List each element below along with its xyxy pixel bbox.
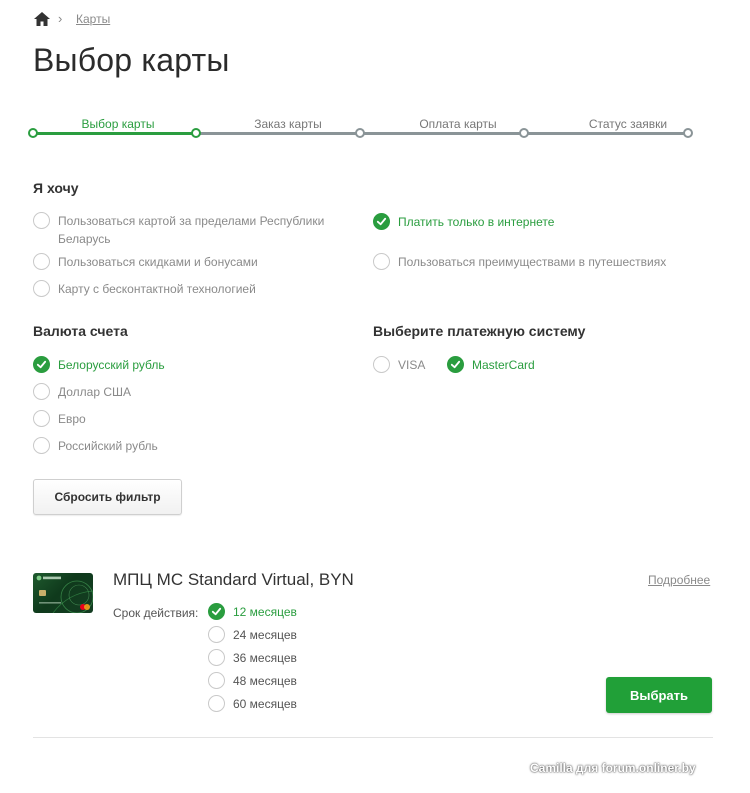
breadcrumb-link-cards[interactable]: Карты bbox=[76, 12, 110, 26]
option-travel-benefits[interactable]: Пользоваться преимуществами в путешестви… bbox=[373, 253, 666, 271]
option-mastercard[interactable]: MasterCard bbox=[447, 356, 535, 374]
option-currency-byn[interactable]: Белорусский рубль bbox=[33, 356, 165, 374]
option-currency-usd[interactable]: Доллар США bbox=[33, 383, 131, 401]
radio-icon[interactable] bbox=[33, 253, 50, 270]
radio-icon[interactable] bbox=[208, 672, 225, 689]
radio-icon[interactable] bbox=[208, 649, 225, 666]
step-dot-1 bbox=[28, 128, 38, 138]
option-visa[interactable]: VISA bbox=[373, 356, 425, 374]
chevron-right-icon: › bbox=[58, 11, 63, 26]
page-title: Выбор карты bbox=[33, 42, 230, 78]
step-line-pending bbox=[196, 132, 688, 135]
option-term-12[interactable]: 12 месяцев bbox=[208, 603, 297, 621]
step-label-order-card: Заказ карты bbox=[254, 117, 322, 131]
option-label: 36 месяцев bbox=[233, 651, 297, 665]
option-label: 60 месяцев bbox=[233, 697, 297, 711]
radio-icon[interactable] bbox=[33, 212, 50, 229]
more-details-link[interactable]: Подробнее bbox=[648, 573, 710, 587]
option-currency-eur[interactable]: Евро bbox=[33, 410, 86, 428]
validity-label: Срок действия: bbox=[113, 606, 199, 620]
option-term-48[interactable]: 48 месяцев bbox=[208, 672, 297, 690]
step-label-pay-card: Оплата карты bbox=[419, 117, 497, 131]
checkmark-icon[interactable] bbox=[33, 356, 50, 373]
option-term-24[interactable]: 24 месяцев bbox=[208, 626, 297, 644]
step-label-status: Статус заявки bbox=[588, 117, 668, 131]
step-line-done bbox=[37, 132, 196, 135]
option-label: Пользоваться скидками и бонусами bbox=[58, 255, 258, 269]
want-section-title: Я хочу bbox=[33, 180, 79, 196]
radio-icon[interactable] bbox=[33, 383, 50, 400]
radio-icon[interactable] bbox=[33, 280, 50, 297]
option-currency-rub[interactable]: Российский рубль bbox=[33, 437, 158, 455]
currency-section-title: Валюта счета bbox=[33, 323, 128, 339]
option-label: Карту с бесконтактной технологией bbox=[58, 282, 256, 296]
radio-icon[interactable] bbox=[373, 356, 390, 373]
home-icon[interactable] bbox=[34, 12, 50, 26]
checkmark-icon[interactable] bbox=[208, 603, 225, 620]
card-image[interactable] bbox=[33, 573, 93, 613]
reset-filter-button[interactable]: Сбросить фильтр bbox=[33, 479, 182, 515]
option-term-60[interactable]: 60 месяцев bbox=[208, 695, 297, 713]
option-label: 48 месяцев bbox=[233, 674, 297, 688]
option-discounts-bonuses[interactable]: Пользоваться скидками и бонусами bbox=[33, 253, 258, 271]
step-label-choose-card: Выбор карты bbox=[81, 117, 155, 131]
divider bbox=[33, 737, 713, 738]
choose-button[interactable]: Выбрать bbox=[606, 677, 712, 713]
payment-system-section-title: Выберите платежную систему bbox=[373, 323, 586, 339]
option-label: 24 месяцев bbox=[233, 628, 297, 642]
radio-icon[interactable] bbox=[208, 626, 225, 643]
option-label: Пользоваться картой за пределами Республ… bbox=[58, 214, 325, 246]
radio-icon[interactable] bbox=[373, 253, 390, 270]
option-label: Евро bbox=[58, 412, 86, 426]
option-label: Белорусский рубль bbox=[58, 358, 165, 372]
option-label: 12 месяцев bbox=[233, 605, 297, 619]
option-label: Платить только в интернете bbox=[398, 215, 555, 229]
option-contactless[interactable]: Карту с бесконтактной технологией bbox=[33, 280, 256, 298]
radio-icon[interactable] bbox=[208, 695, 225, 712]
checkmark-icon[interactable] bbox=[447, 356, 464, 373]
option-label: MasterCard bbox=[472, 358, 535, 372]
checkmark-icon[interactable] bbox=[373, 213, 390, 230]
option-pay-online-only[interactable]: Платить только в интернете bbox=[373, 213, 554, 231]
option-use-abroad[interactable]: Пользоваться картой за пределами Республ… bbox=[33, 212, 353, 248]
radio-icon[interactable] bbox=[33, 410, 50, 427]
radio-icon[interactable] bbox=[33, 437, 50, 454]
card-title[interactable]: МПЦ MC Standard Virtual, BYN bbox=[113, 570, 354, 590]
option-term-36[interactable]: 36 месяцев bbox=[208, 649, 297, 667]
option-label: Российский рубль bbox=[58, 439, 158, 453]
option-label: Пользоваться преимуществами в путешестви… bbox=[398, 255, 667, 269]
watermark: Camilla для forum.onliner.by bbox=[530, 761, 696, 775]
option-label: VISA bbox=[398, 358, 426, 372]
card-artwork-icon bbox=[36, 575, 93, 613]
option-label: Доллар США bbox=[58, 385, 132, 399]
